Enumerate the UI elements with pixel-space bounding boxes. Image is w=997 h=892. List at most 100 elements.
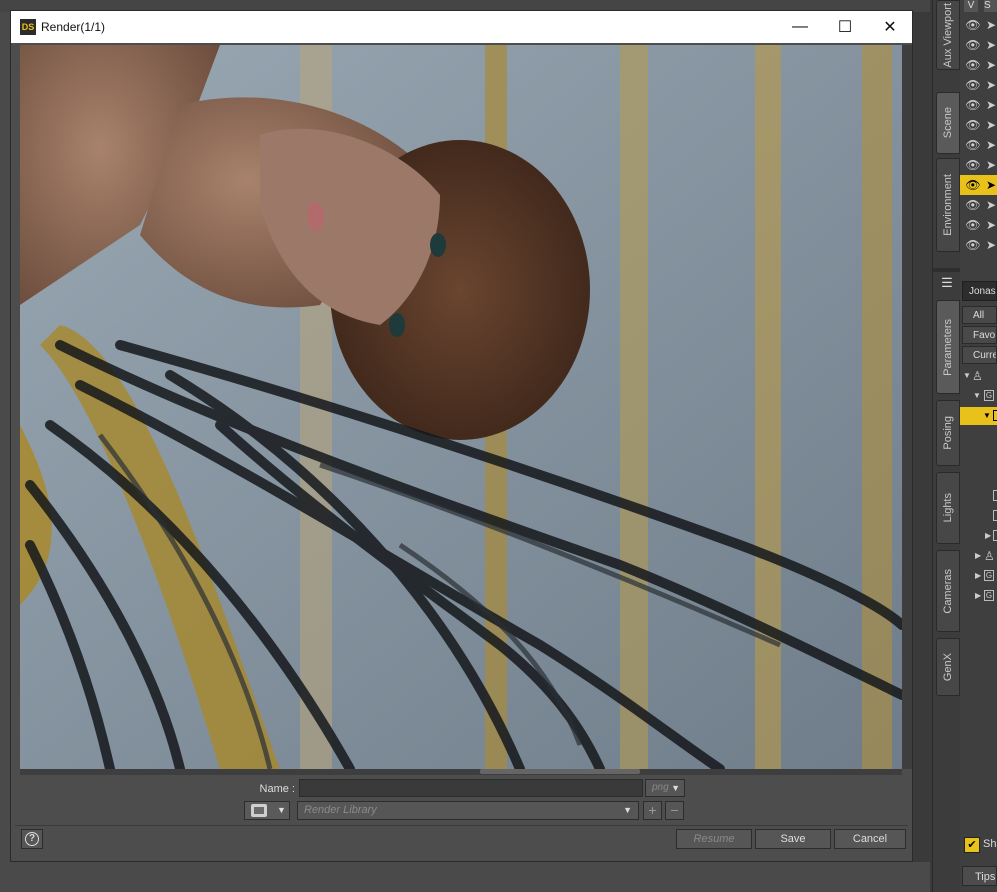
group-box: G [984,390,994,401]
add-library-button[interactable]: + [643,801,662,820]
remove-library-button[interactable]: − [665,801,684,820]
node-name-field[interactable]: Jonas [962,281,997,301]
scene-row[interactable]: 👁 ➤ [960,15,997,35]
eye-icon[interactable]: 👁 [964,138,982,152]
cursor-icon[interactable]: ➤ [986,77,996,93]
visibility-column-header[interactable]: V [964,0,978,12]
tab-lights[interactable]: Lights [936,472,960,544]
library-image-button[interactable]: ▼ [244,801,290,820]
scene-row[interactable]: 👁 ➤ [960,155,997,175]
scene-row[interactable]: 👁 ➤ [960,215,997,235]
collapsed-arrow-icon[interactable]: ▶ [985,527,991,545]
figure-icon: ♙ [984,549,995,563]
cursor-icon[interactable]: ➤ [986,17,996,33]
param-tab-favorites[interactable]: Favo [962,326,997,344]
panel-menu-icon[interactable]: ☰ [939,276,955,290]
scene-row[interactable]: 👁 ➤ [960,235,997,255]
cursor-icon[interactable]: ➤ [986,157,996,173]
eye-icon[interactable]: 👁 [964,218,982,232]
expand-arrow-icon[interactable]: ▼ [963,367,971,385]
horizontal-scrollbar[interactable] [20,769,902,775]
expand-arrow-icon[interactable]: ▼ [983,407,991,425]
eye-icon[interactable]: 👁 [964,118,982,132]
scene-row[interactable]: 👁 ➤ [960,55,997,75]
minimize-button[interactable]: — [777,11,823,43]
cancel-button[interactable]: Cancel [834,829,906,849]
format-value: png [652,782,669,793]
collapsed-arrow-icon[interactable]: ▶ [975,587,981,605]
chevron-down-icon: ▼ [277,805,286,815]
scene-row[interactable]: 👁 ➤ [960,115,997,135]
eye-icon[interactable]: 👁 [964,58,982,72]
vertical-scrollbar[interactable] [902,45,912,769]
eye-icon[interactable]: 👁 [964,78,982,92]
cursor-icon[interactable]: ➤ [986,137,996,153]
render-dialog: DS Render(1/1) — ☐ ✕ Name: png ▼ ▼ Rend… [10,10,913,862]
group-box: G [984,590,994,601]
save-button[interactable]: Save [755,829,831,849]
resume-button[interactable]: Resume [676,829,752,849]
tab-environment[interactable]: Environment [936,158,960,252]
show-label: Sh [983,838,997,850]
close-button[interactable]: ✕ [867,11,913,43]
tips-tab[interactable]: Tips [962,866,997,886]
param-tab-all[interactable]: All [962,306,997,324]
render-name-input[interactable] [299,779,643,797]
help-button[interactable]: ? [21,829,43,849]
render-library-select[interactable]: Render Library ▼ [297,801,639,820]
scene-row[interactable]: 👁 ➤ [960,195,997,215]
tree-node[interactable]: ▶ [ [960,527,997,545]
name-label: Name : [259,783,295,795]
param-tab-current[interactable]: Curre [962,346,997,364]
tree-node[interactable]: [ [960,507,997,525]
cursor-icon[interactable]: ➤ [986,97,996,113]
maximize-button[interactable]: ☐ [822,11,868,43]
tab-scene[interactable]: Scene [936,92,960,154]
scene-row[interactable]: 👁 ➤ [960,75,997,95]
scene-row[interactable]: 👁 ➤ [960,135,997,155]
scrollbar-thumb[interactable] [480,769,640,774]
chevron-down-icon: ▼ [671,783,680,793]
tree-node-group[interactable]: ▶ G [960,567,997,585]
cursor-icon[interactable]: ➤ [986,117,996,133]
scene-row[interactable]: 👁 ➤ [960,35,997,55]
expand-arrow-icon[interactable]: ▼ [973,387,981,405]
cursor-icon[interactable]: ➤ [986,177,996,193]
collapsed-arrow-icon[interactable]: ▶ [975,567,981,585]
selection-column-header[interactable]: S [984,0,997,12]
cursor-icon[interactable]: ➤ [986,37,996,53]
cursor-icon[interactable]: ➤ [986,57,996,73]
image-icon [251,804,267,817]
cursor-icon[interactable]: ➤ [986,237,996,253]
tab-aux-viewport[interactable]: Aux Viewport [936,0,960,70]
tree-node-selected[interactable]: ▼ [ [960,407,997,425]
eye-icon[interactable]: 👁 [964,178,982,192]
tree-node-figure[interactable]: ▼ ♙ [960,367,997,385]
tab-posing[interactable]: Posing [936,400,960,466]
scene-row[interactable]: 👁 ➤ [960,95,997,115]
scene-row-selected[interactable]: 👁 ➤ [960,175,997,195]
tree-node-group[interactable]: ▶ G [960,587,997,605]
show-checkbox[interactable]: ✔ [964,837,980,853]
render-image [20,45,902,769]
daz-studio-logo-icon: DS [20,19,36,35]
eye-icon[interactable]: 👁 [964,98,982,112]
eye-icon[interactable]: 👁 [964,198,982,212]
eye-icon[interactable]: 👁 [964,158,982,172]
eye-icon[interactable]: 👁 [964,38,982,52]
tab-genx[interactable]: GenX [936,638,960,696]
figure-icon: ♙ [972,369,983,383]
tab-parameters[interactable]: Parameters [936,300,960,394]
tab-cameras[interactable]: Cameras [936,550,960,632]
format-select[interactable]: png ▼ [645,779,685,797]
eye-icon[interactable]: 👁 [964,238,982,252]
dialog-titlebar[interactable]: DS Render(1/1) — ☐ ✕ [11,11,912,43]
render-preview [20,45,902,769]
collapsed-arrow-icon[interactable]: ▶ [975,547,981,565]
tree-node-group[interactable]: ▼ G [960,387,997,405]
eye-icon[interactable]: 👁 [964,18,982,32]
tree-node[interactable]: [ [960,487,997,505]
cursor-icon[interactable]: ➤ [986,197,996,213]
tree-node-figure[interactable]: ▶ ♙ [960,547,997,565]
cursor-icon[interactable]: ➤ [986,217,996,233]
